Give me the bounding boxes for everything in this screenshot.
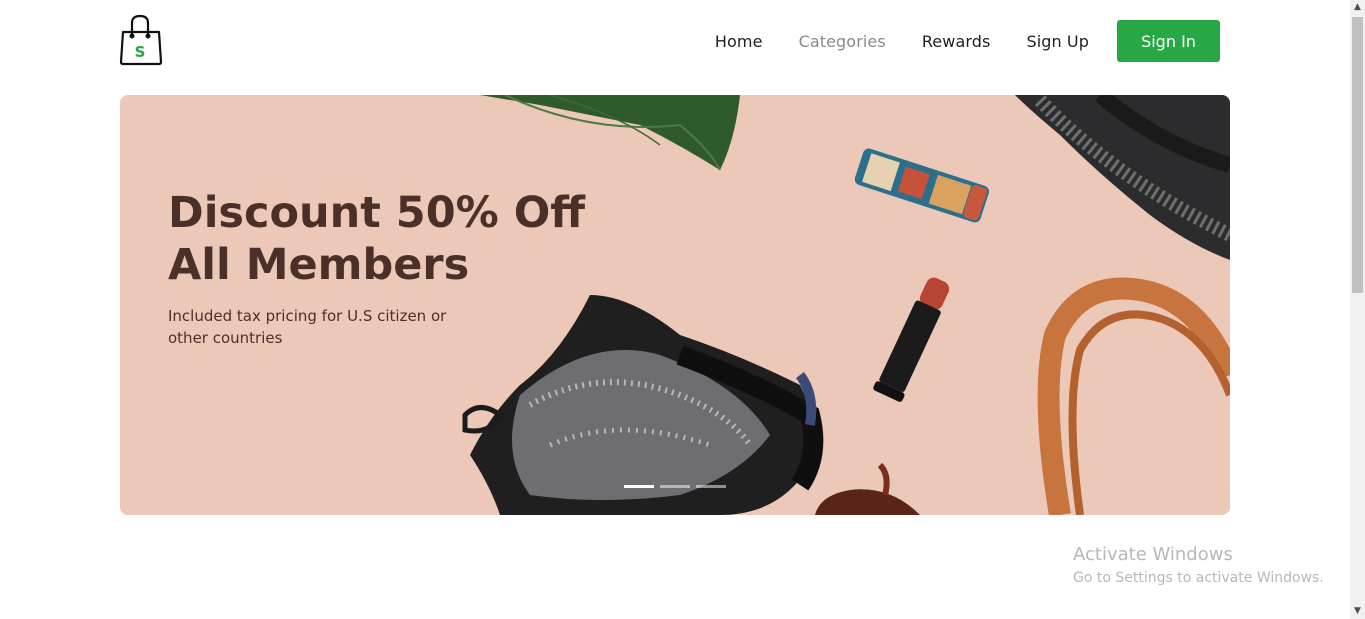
hero-subtitle: Included tax pricing for U.S citizen or … xyxy=(168,307,447,347)
sign-in-button[interactable]: Sign In xyxy=(1117,20,1220,62)
carousel-indicators xyxy=(624,485,726,488)
nav-categories[interactable]: Categories xyxy=(799,32,886,51)
hero-banner: Discount 50% Off All Members Included ta… xyxy=(120,95,1230,515)
scrollbar-thumb[interactable] xyxy=(1352,17,1363,293)
carousel-indicator-2[interactable] xyxy=(660,485,690,488)
carousel-indicator-1[interactable] xyxy=(624,485,654,488)
nav-rewards[interactable]: Rewards xyxy=(922,32,991,51)
watermark-subtitle: Go to Settings to activate Windows. xyxy=(1073,570,1324,586)
nav-sign-up[interactable]: Sign Up xyxy=(1026,32,1089,51)
carousel-indicator-3[interactable] xyxy=(696,485,726,488)
vertical-scrollbar[interactable]: ▲ ▼ xyxy=(1350,0,1365,619)
hero-title: Discount 50% Off All Members xyxy=(168,187,588,291)
hero-title-line-1: Discount 50% Off xyxy=(168,188,586,238)
logo-shopping-bag-icon[interactable]: S xyxy=(119,14,163,66)
main-nav: Home Categories Rewards Sign Up Sign In xyxy=(679,20,1220,62)
scroll-down-arrow-icon[interactable]: ▼ xyxy=(1350,604,1365,619)
nav-home[interactable]: Home xyxy=(715,32,763,51)
scroll-up-arrow-icon[interactable]: ▲ xyxy=(1350,0,1365,15)
watermark-title: Activate Windows xyxy=(1073,544,1233,565)
hero-title-line-2: All Members xyxy=(168,240,470,290)
activate-windows-watermark: Activate Windows Go to Settings to activ… xyxy=(1073,544,1324,590)
logo-letter: S xyxy=(135,43,146,61)
